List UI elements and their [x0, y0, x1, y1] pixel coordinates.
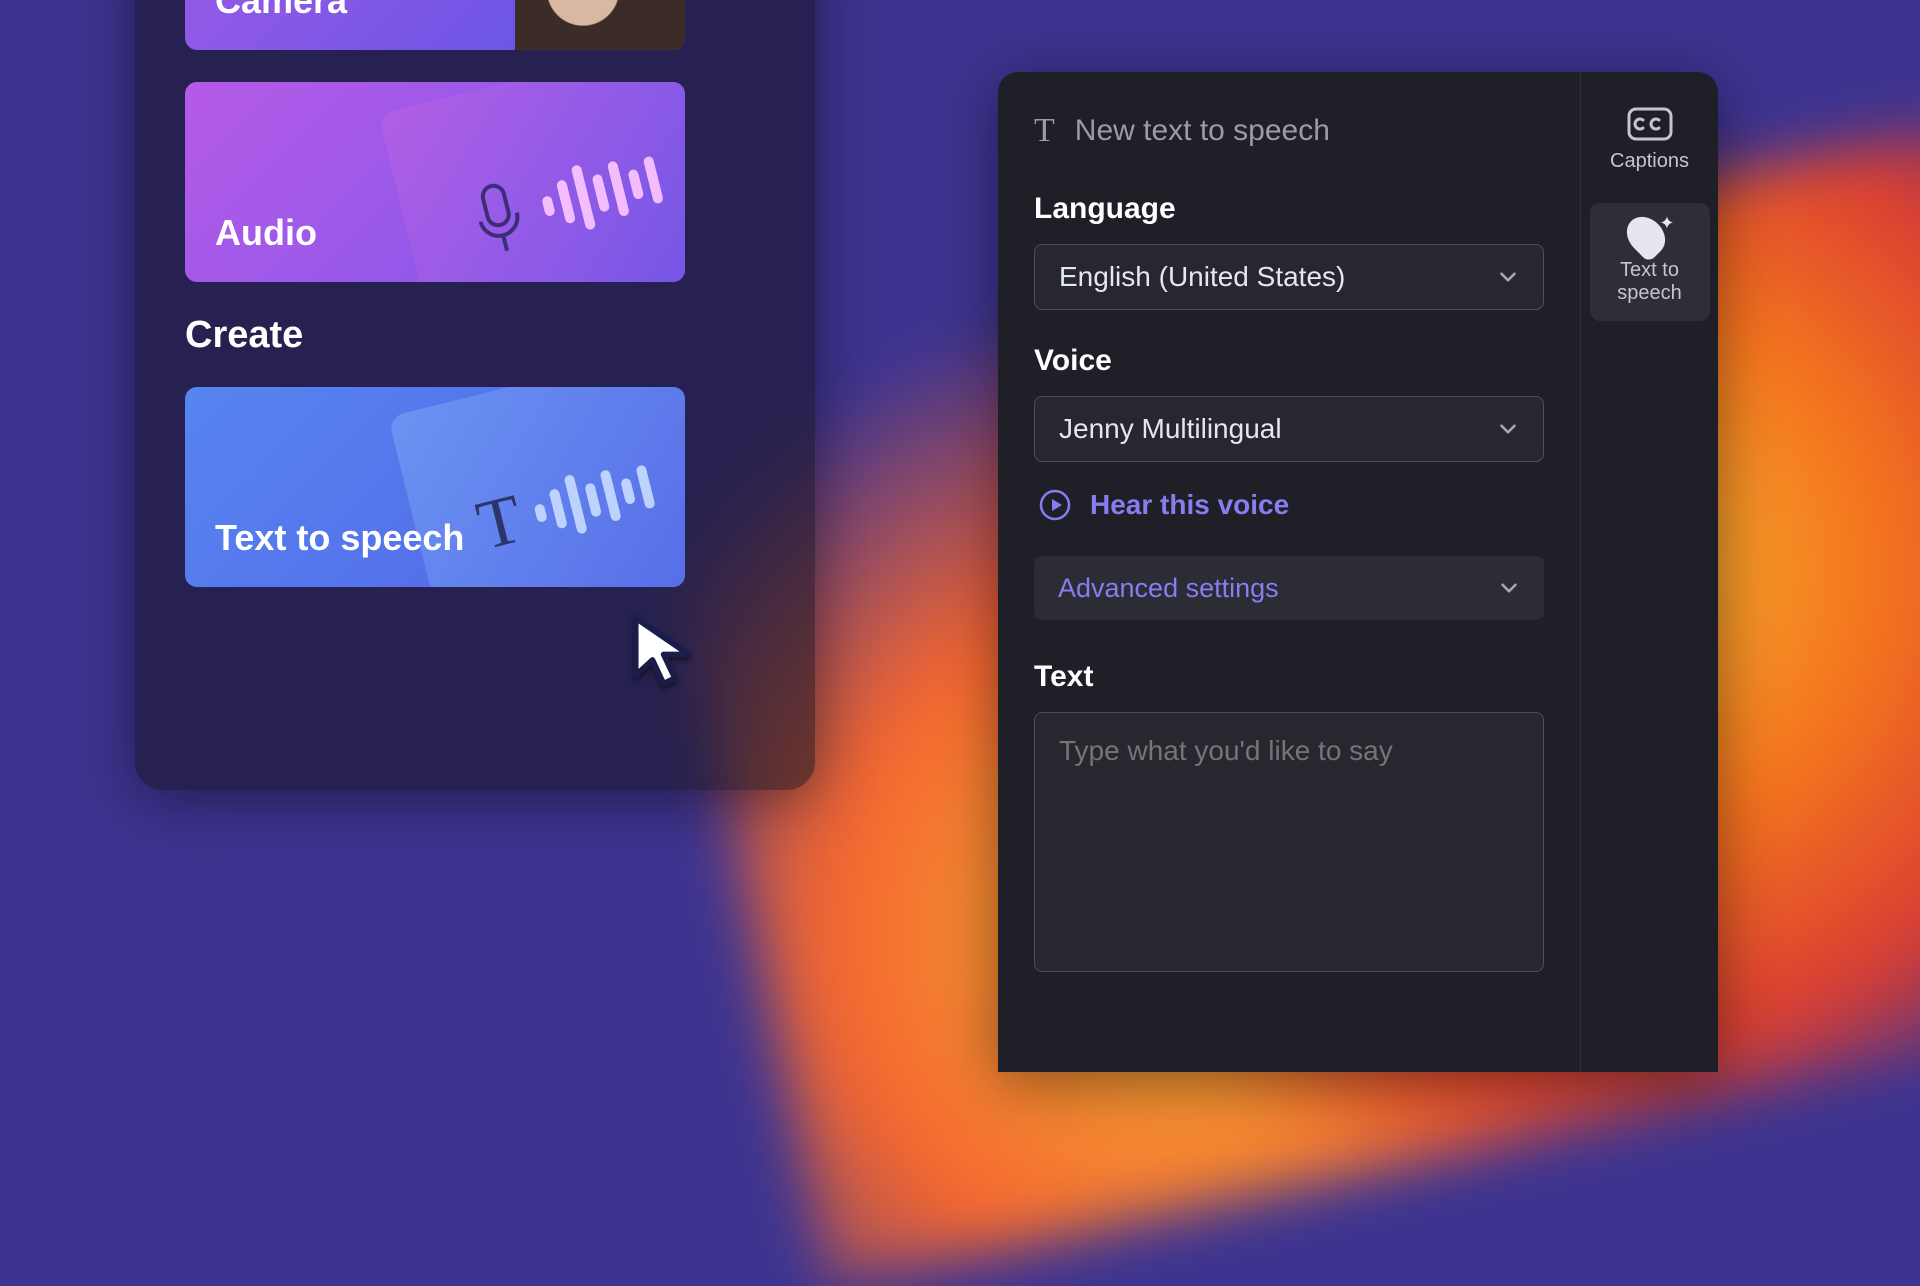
language-label: Language: [1034, 192, 1544, 226]
media-source-panel: Camera Audio Create T: [135, 0, 815, 790]
hear-voice-button[interactable]: Hear this voice: [1038, 488, 1544, 522]
voice-value: Jenny Multilingual: [1059, 413, 1282, 445]
rail-tts-label: Text to speech: [1594, 259, 1706, 305]
waveform-icon: [529, 457, 658, 544]
rail-item-text-to-speech[interactable]: ✦ Text to speech: [1590, 203, 1710, 321]
create-heading: Create: [185, 314, 765, 357]
panel-header: T New text to speech: [1034, 112, 1544, 150]
rail-item-captions[interactable]: Captions: [1590, 94, 1710, 189]
text-input[interactable]: [1034, 712, 1544, 972]
text-label: Text: [1034, 660, 1544, 694]
audio-tile-art: [378, 82, 685, 282]
advanced-settings-label: Advanced settings: [1058, 573, 1279, 604]
captions-icon: [1626, 106, 1674, 142]
rail-captions-label: Captions: [1610, 150, 1689, 173]
advanced-settings-toggle[interactable]: Advanced settings: [1034, 556, 1544, 620]
panel-title: New text to speech: [1075, 114, 1330, 148]
chevron-down-icon: [1496, 575, 1522, 601]
camera-thumbnail: [515, 0, 685, 50]
voice-label: Voice: [1034, 344, 1544, 378]
tile-audio[interactable]: Audio: [185, 82, 685, 282]
hear-voice-label: Hear this voice: [1090, 489, 1289, 521]
chevron-down-icon: [1495, 416, 1521, 442]
text-to-speech-panel: T New text to speech Language English (U…: [998, 72, 1718, 1072]
text-icon: T: [1034, 112, 1055, 150]
tile-tts-label: Text to speech: [215, 517, 464, 559]
text-icon: T: [470, 479, 531, 567]
side-rail: Captions ✦ Text to speech: [1580, 72, 1718, 1072]
text-to-speech-icon: ✦: [1629, 215, 1671, 251]
tile-camera[interactable]: Camera: [185, 0, 685, 50]
language-select[interactable]: English (United States): [1034, 244, 1544, 310]
tile-audio-label: Audio: [215, 212, 317, 254]
microphone-icon: [463, 177, 535, 260]
tile-text-to-speech[interactable]: T Text to speech: [185, 387, 685, 587]
voice-select[interactable]: Jenny Multilingual: [1034, 396, 1544, 462]
waveform-icon: [536, 147, 666, 240]
language-value: English (United States): [1059, 261, 1345, 293]
cursor-icon: [630, 614, 700, 692]
chevron-down-icon: [1495, 264, 1521, 290]
play-icon: [1038, 488, 1072, 522]
tile-camera-label: Camera: [215, 0, 347, 22]
